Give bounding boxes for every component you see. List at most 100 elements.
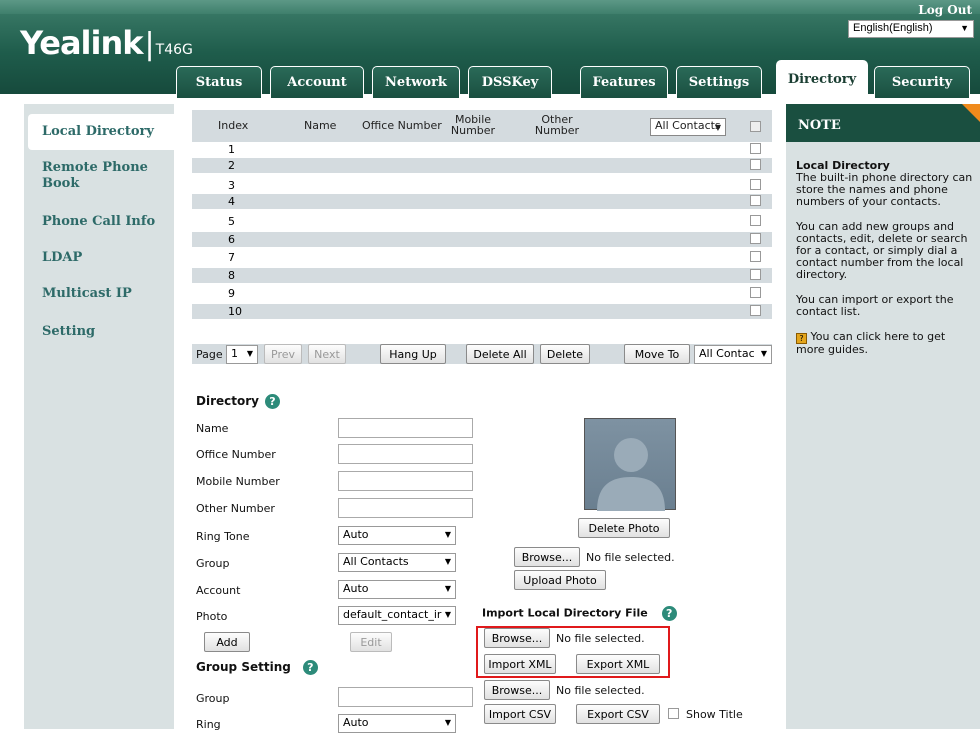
move-target-value: All Contac: [699, 347, 755, 360]
row-checkbox[interactable]: [750, 159, 761, 170]
next-button[interactable]: Next: [308, 344, 346, 364]
sidebar-item-ldap[interactable]: LDAP: [24, 250, 174, 266]
chevron-down-icon: ▼: [760, 349, 767, 358]
row-index: 4: [228, 195, 235, 208]
help-icon[interactable]: ?: [264, 394, 280, 409]
tab-directory[interactable]: Directory: [776, 60, 868, 98]
note-body: Local Directory The built-in phone direc…: [796, 160, 976, 369]
delete-all-button[interactable]: Delete All: [466, 344, 534, 364]
row-checkbox[interactable]: [750, 179, 761, 190]
group-name-input[interactable]: [338, 687, 473, 707]
add-contact-button[interactable]: Add: [204, 632, 250, 652]
contacts-filter-select[interactable]: All Contacts ▼: [650, 118, 726, 136]
mobile-number-label: Mobile Number: [196, 475, 280, 488]
page-select[interactable]: 1 ▼: [226, 345, 258, 364]
row-checkbox[interactable]: [750, 143, 761, 154]
col-name: Name: [304, 119, 337, 132]
sidebar-item-phone-call-info[interactable]: Phone Call Info: [24, 214, 174, 230]
sidebar-item-setting[interactable]: Setting: [24, 324, 174, 340]
import-title: Import Local Directory File: [482, 606, 648, 620]
pager-bar: Page 1 ▼ Prev Next Hang Up Delete All De…: [192, 344, 772, 364]
export-xml-button[interactable]: Export XML: [576, 654, 660, 674]
note-paragraph-2: You can add new groups and contacts, edi…: [796, 220, 968, 281]
move-to-button[interactable]: Move To: [624, 344, 690, 364]
select-all-checkbox[interactable]: [750, 121, 761, 132]
account-select[interactable]: Auto ▼: [338, 580, 456, 599]
hang-up-button[interactable]: Hang Up: [380, 344, 446, 364]
import-csv-button[interactable]: Import CSV: [484, 704, 556, 724]
sidebar-item-multicast-ip[interactable]: Multicast IP: [24, 286, 174, 302]
chevron-down-icon: ▼: [960, 23, 969, 33]
office-number-input[interactable]: [338, 444, 473, 464]
table-row: 10: [192, 304, 772, 319]
sidebar-item-local-directory[interactable]: Local Directory: [28, 114, 174, 150]
row-index: 5: [228, 215, 235, 228]
row-checkbox[interactable]: [750, 269, 761, 280]
prev-button[interactable]: Prev: [264, 344, 302, 364]
col-office-number: Office Number: [362, 119, 442, 132]
show-title-checkbox[interactable]: [668, 708, 679, 719]
table-row: 6: [192, 232, 772, 247]
contacts-table-header: Index Name Office Number Mobile Number O…: [192, 110, 772, 142]
tab-features[interactable]: Features: [580, 66, 668, 98]
browse-csv-button[interactable]: Browse...: [484, 680, 550, 700]
group-ring-value: Auto: [343, 716, 369, 729]
language-value: English(English): [853, 22, 933, 34]
tab-network[interactable]: Network: [372, 66, 460, 98]
table-row: 2: [192, 158, 772, 173]
browse-xml-button[interactable]: Browse...: [484, 628, 550, 648]
account-value: Auto: [343, 582, 369, 595]
move-target-select[interactable]: All Contac ▼: [694, 345, 772, 364]
help-icon[interactable]: ?: [302, 660, 318, 675]
yealink-logo: Yealink| T46G: [20, 24, 193, 62]
tab-settings[interactable]: Settings: [676, 66, 762, 98]
tab-dsskey[interactable]: DSSKey: [468, 66, 552, 98]
table-row: 4: [192, 194, 772, 209]
page-value: 1: [231, 347, 238, 360]
tab-account[interactable]: Account: [270, 66, 364, 98]
help-icon[interactable]: ?: [661, 606, 677, 621]
edit-contact-button[interactable]: Edit: [350, 632, 392, 652]
main-content: Index Name Office Number Mobile Number O…: [174, 104, 782, 733]
upload-photo-button[interactable]: Upload Photo: [514, 570, 606, 590]
row-checkbox[interactable]: [750, 195, 761, 206]
delete-button[interactable]: Delete: [540, 344, 590, 364]
note-paragraph-4[interactable]: You can click here to get more guides.: [796, 330, 945, 356]
row-checkbox[interactable]: [750, 251, 761, 262]
account-label: Account: [196, 584, 241, 597]
sidebar-item-remote-phone-book[interactable]: Remote Phone Book: [24, 160, 164, 192]
group-setting-group-label: Group: [196, 692, 230, 705]
note-corner-decoration: [962, 104, 980, 122]
row-checkbox[interactable]: [750, 233, 761, 244]
group-ring-select[interactable]: Auto ▼: [338, 714, 456, 733]
chevron-down-icon: ▼: [444, 610, 451, 619]
chevron-down-icon: ▼: [246, 349, 253, 358]
mobile-number-input[interactable]: [338, 471, 473, 491]
name-input[interactable]: [338, 418, 473, 438]
browse-photo-button[interactable]: Browse...: [514, 547, 580, 567]
tab-status[interactable]: Status: [176, 66, 262, 98]
directory-title: Directory: [196, 394, 259, 408]
col-mobile-number: Mobile Number: [450, 113, 496, 137]
import-xml-button[interactable]: Import XML: [484, 654, 556, 674]
row-checkbox[interactable]: [750, 305, 761, 316]
delete-photo-button[interactable]: Delete Photo: [578, 518, 670, 538]
contacts-filter-value: All Contacts: [655, 119, 721, 132]
photo-select[interactable]: default_contact_ir ▼: [338, 606, 456, 625]
group-select[interactable]: All Contacts ▼: [338, 553, 456, 572]
other-number-input[interactable]: [338, 498, 473, 518]
chevron-down-icon: ▼: [444, 530, 451, 539]
language-select[interactable]: English(English) ▼: [848, 20, 974, 38]
note-title: NOTE: [798, 118, 841, 133]
group-setting-title: Group Setting: [196, 660, 291, 674]
col-index: Index: [218, 119, 249, 132]
row-checkbox[interactable]: [750, 215, 761, 226]
row-checkbox[interactable]: [750, 287, 761, 298]
chevron-down-icon: ▼: [444, 557, 451, 566]
export-csv-button[interactable]: Export CSV: [576, 704, 660, 724]
ring-tone-select[interactable]: Auto ▼: [338, 526, 456, 545]
sidebar: Local Directory Remote Phone Book Phone …: [24, 104, 174, 729]
logout-link[interactable]: Log Out: [918, 3, 972, 17]
tab-security[interactable]: Security: [874, 66, 970, 98]
contact-photo: [584, 418, 676, 511]
